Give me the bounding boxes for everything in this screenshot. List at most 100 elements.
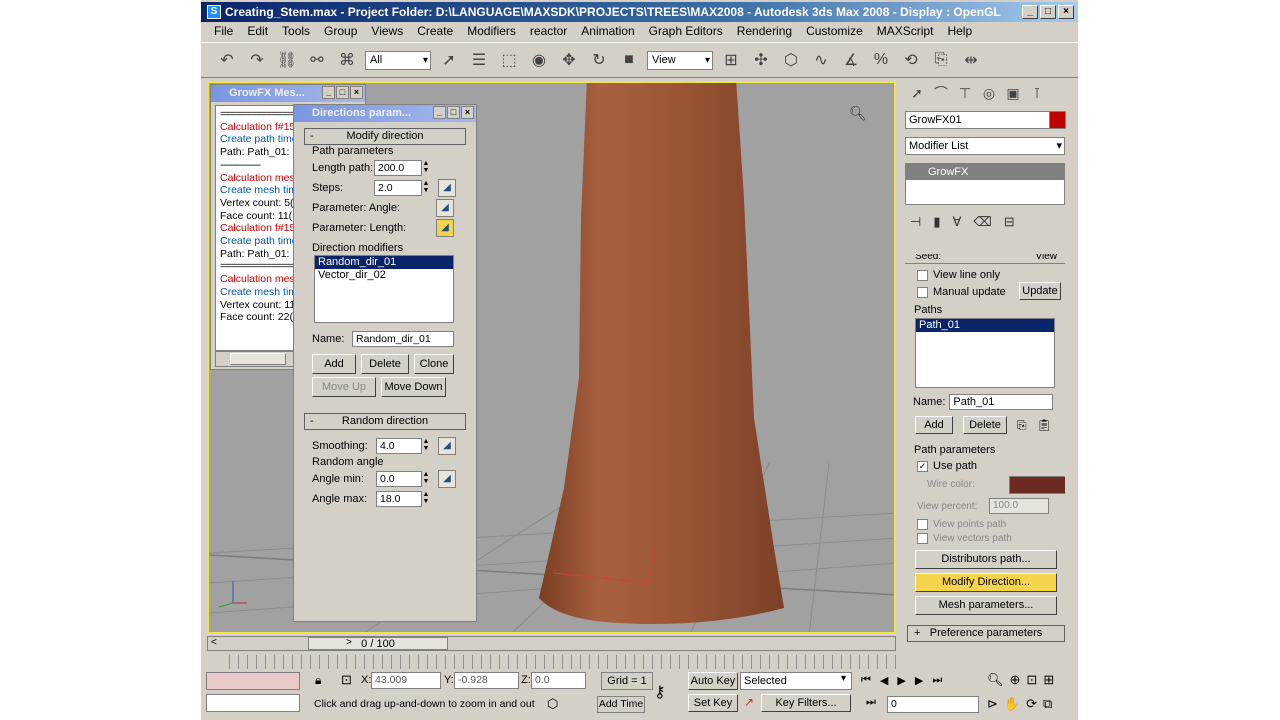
close-icon[interactable]: × [350, 86, 363, 99]
pin-stack-icon[interactable]: ⊣ [910, 214, 921, 230]
motion-tab-icon[interactable]: ◎ [978, 82, 1000, 104]
angle-max-spinner[interactable]: 18.0 [376, 491, 422, 507]
maximize-icon[interactable]: □ [336, 86, 349, 99]
x-coord-field[interactable]: 43.009 [371, 672, 441, 689]
smoothing-spinner[interactable]: 4.0 [376, 438, 422, 454]
zoom-extents-icon[interactable]: ⊡ [1026, 672, 1037, 688]
list-item[interactable]: Vector_dir_02 [315, 269, 453, 282]
time-slider-track[interactable]: < 0 / 100 > [207, 636, 896, 651]
hierarchy-tab-icon[interactable]: ⊤ [954, 82, 976, 104]
length-path-spinner[interactable]: 200.0 [374, 160, 422, 176]
object-name-field[interactable]: GrowFX01 [905, 111, 1051, 129]
paths-listbox[interactable]: Path_01 [915, 318, 1055, 388]
update-button[interactable]: Update [1019, 282, 1061, 300]
view-points-path-checkbox[interactable]: View points path [917, 519, 1065, 530]
maximize-viewport-icon[interactable]: ⧉ [1043, 696, 1052, 712]
modify-direction-rollout[interactable]: - Modify direction [304, 128, 466, 145]
menu-customize[interactable]: Customize [799, 24, 870, 38]
menu-modifiers[interactable]: Modifiers [460, 24, 523, 38]
copy-icon[interactable]: ⎘ [1017, 418, 1027, 433]
window-crossing-icon[interactable]: ◉ [527, 48, 551, 72]
spinner-arrows-icon[interactable]: ▲ ▼ [422, 438, 430, 454]
manipulate-icon[interactable]: ✣ [749, 48, 773, 72]
distributors-path-button[interactable]: Distributors path... [915, 550, 1057, 570]
utilities-tab-icon[interactable]: ⊺ [1026, 82, 1048, 104]
scrollbar-thumb[interactable] [230, 353, 286, 365]
time-next-icon[interactable]: > [346, 637, 352, 648]
time-slider[interactable]: 0 / 100 [308, 637, 448, 650]
move-up-button[interactable]: Move Up [312, 377, 376, 397]
add-time-tag-button[interactable]: Add Time [597, 696, 645, 713]
close-button[interactable]: × [1058, 5, 1074, 19]
wire-color-swatch[interactable] [1009, 476, 1065, 494]
current-frame-field[interactable]: 0 [887, 696, 979, 713]
menu-rendering[interactable]: Rendering [730, 24, 799, 38]
steps-spinner[interactable]: 2.0 [374, 180, 422, 196]
select-and-link-icon[interactable]: ⛓ [275, 48, 299, 72]
menu-help[interactable]: Help [940, 24, 979, 38]
angle-curve-icon[interactable]: ◢ [436, 199, 454, 217]
view-percent-field[interactable]: 100.0 [989, 498, 1049, 514]
chevron-down-icon[interactable]: ▾ [841, 673, 846, 684]
modifier-name-field[interactable]: Random_dir_01 [352, 331, 454, 347]
percent-snap-icon[interactable]: % [869, 48, 893, 72]
view-line-only-checkbox[interactable]: View line only [917, 269, 1065, 281]
menu-animation[interactable]: Animation [574, 24, 641, 38]
directions-dialog-titlebar[interactable]: Directions param... _ □ × [294, 105, 476, 122]
track-bar[interactable] [221, 655, 896, 669]
direction-modifiers-listbox[interactable]: Random_dir_01 Vector_dir_02 [314, 255, 454, 323]
next-frame-icon[interactable]: ▶ [915, 674, 923, 687]
maximize-button[interactable]: □ [1040, 5, 1056, 19]
menu-graph-editors[interactable]: Graph Editors [642, 24, 730, 38]
maxscript-output-mini[interactable] [206, 694, 300, 712]
zoom-extents-all-icon[interactable]: ⊞ [1043, 672, 1054, 688]
list-item[interactable]: Random_dir_01 [315, 256, 453, 269]
reference-coord-dropdown[interactable]: View [647, 50, 713, 70]
minimize-icon[interactable]: _ [433, 106, 446, 119]
menu-reactor[interactable]: reactor [523, 24, 574, 38]
move-down-button[interactable]: Move Down [381, 377, 446, 397]
spinner-snap-icon[interactable]: ⟲ [899, 48, 923, 72]
absolute-mode-icon[interactable]: ⊡ [341, 672, 352, 688]
rectangular-selection-icon[interactable]: ⬚ [497, 48, 521, 72]
menu-maxscript[interactable]: MAXScript [870, 24, 941, 38]
display-tab-icon[interactable]: ▣ [1002, 82, 1024, 104]
modifier-list-dropdown[interactable]: Modifier List [905, 137, 1065, 155]
select-and-move-icon[interactable]: ✥ [557, 48, 581, 72]
spinner-arrows-icon[interactable]: ▲ ▼ [422, 471, 430, 487]
random-direction-rollout[interactable]: - Random direction [304, 413, 466, 430]
prev-frame-icon[interactable]: ◀ [880, 674, 888, 687]
growfx-messages-titlebar[interactable]: GrowFX Mes... _ □ × [211, 85, 365, 102]
curve-editor-icon[interactable]: ◢ [438, 179, 456, 197]
curve-editor-icon[interactable]: ◢ [438, 437, 456, 455]
zoom-all-icon[interactable]: ⊕ [1010, 672, 1021, 688]
time-prev-icon[interactable]: < [211, 637, 217, 648]
keyboard-shortcut-icon[interactable]: ⬡ [779, 48, 803, 72]
pivot-center-icon[interactable]: ⊞ [719, 48, 743, 72]
selection-filter-dropdown[interactable]: All [365, 50, 431, 70]
field-of-view-icon[interactable]: ⊳ [987, 696, 998, 712]
remove-modifier-icon[interactable]: ⌫ [973, 214, 991, 230]
menu-create[interactable]: Create [410, 24, 460, 38]
key-set-dropdown[interactable]: Selected [740, 672, 852, 690]
minimize-icon[interactable]: _ [322, 86, 335, 99]
preference-parameters-rollout[interactable]: + Preference parameters [907, 625, 1065, 643]
undo-icon[interactable]: ↶ [215, 48, 239, 72]
select-object-icon[interactable]: ➚ [437, 48, 461, 72]
path-item[interactable]: Path_01 [916, 319, 1054, 332]
set-key-button[interactable]: Set Key [688, 694, 738, 712]
maxscript-listener-mini[interactable] [206, 672, 300, 690]
use-path-checkbox[interactable]: ✓ Use path [917, 460, 1065, 472]
lock-selection-icon[interactable]: 🔒︎ [315, 673, 321, 688]
menu-edit[interactable]: Edit [240, 24, 275, 38]
select-and-scale-icon[interactable]: ■ [617, 48, 641, 72]
redo-icon[interactable]: ↷ [245, 48, 269, 72]
delete-path-button[interactable]: Delete [963, 416, 1007, 434]
directions-parameters-dialog[interactable]: Directions param... _ □ × - Modify directio… [293, 104, 477, 622]
configure-sets-icon[interactable]: ⊟ [1004, 214, 1015, 230]
key-filters-button[interactable]: Key Filters... [761, 694, 851, 712]
key-icon[interactable]: ⚷ [654, 682, 666, 702]
z-coord-field[interactable]: 0.0 [531, 672, 586, 689]
select-and-rotate-icon[interactable]: ↻ [587, 48, 611, 72]
key-mode-icon[interactable]: ↗ [744, 695, 754, 709]
